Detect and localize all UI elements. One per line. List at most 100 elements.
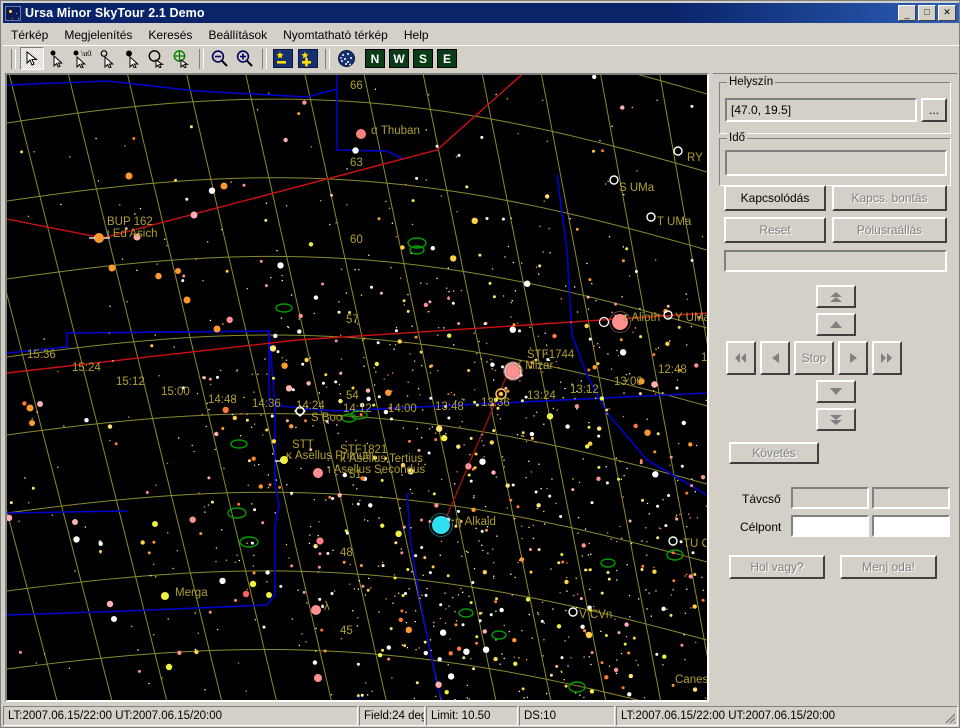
location-input[interactable]: [47.0, 19.5] <box>725 98 917 122</box>
minimize-glyph: _ <box>904 9 910 19</box>
svg-text:54: 54 <box>346 390 359 402</box>
limit-decrease-icon[interactable] <box>271 47 295 70</box>
circle-pick-icon[interactable] <box>95 47 119 70</box>
application-window: Ursa Minor SkyTour 2.1 Demo _ □ ✕ Térkép… <box>0 0 960 728</box>
svg-text:S Boo: S Boo <box>311 412 342 424</box>
star-map-canvas[interactable]: 66 63 60 57 54 51 48 45 15:36 15:24 15:12 15:00 14:4… <box>7 75 707 700</box>
svg-text:15:36: 15:36 <box>27 349 56 361</box>
crosshair-globe-icon[interactable] <box>170 47 194 70</box>
control-panel: Helyszín [47.0, 19.5] ... Idő Kapcsolódá… <box>713 73 957 702</box>
maximize-button[interactable]: □ <box>918 5 936 21</box>
menu-beallitasok[interactable]: Beállítások <box>200 26 275 44</box>
svg-text:14:24: 14:24 <box>296 400 325 412</box>
svg-text:BUP 162: BUP 162 <box>107 216 153 228</box>
disconnect-button: Kapcs. bontás <box>832 185 947 211</box>
menu-nyomtathato-terkep[interactable]: Nyomtatható térkép <box>275 26 396 44</box>
time-input[interactable] <box>725 150 947 176</box>
toolbar-separator-4 <box>325 48 330 69</box>
menu-terkep[interactable]: Térkép <box>3 26 56 44</box>
limit-increase-icon[interactable] <box>296 47 320 70</box>
menu-kereses[interactable]: Keresés <box>140 26 200 44</box>
dot-pick-icon[interactable] <box>120 47 144 70</box>
status-time-right: LT:2007.06.15/22:00 UT:2007.06.15/20:00 <box>616 706 958 726</box>
svg-text:45: 45 <box>340 625 353 637</box>
dpad-down-button[interactable] <box>816 380 856 403</box>
location-legend: Helyszín <box>727 76 776 88</box>
pan-west-button[interactable]: W <box>389 49 409 68</box>
svg-text:13:12: 13:12 <box>570 384 599 396</box>
menu-bar: Térkép Megjelenítés Keresés Beállítások … <box>3 25 959 44</box>
time-legend: Idő <box>727 132 747 144</box>
minimize-button[interactable]: _ <box>898 5 916 21</box>
svg-text:15:24: 15:24 <box>72 362 101 374</box>
svg-text:\u03b2: \u03b2 <box>81 49 92 58</box>
telescope-label: Távcső <box>742 492 781 506</box>
star-label-beta-icon[interactable]: \u03b2 <box>70 47 94 70</box>
toolbar-separator-2 <box>199 48 204 69</box>
track-button: Követés <box>729 442 819 464</box>
svg-text:TU CV: TU CV <box>683 538 707 550</box>
svg-text:Canes: Canes <box>675 674 707 686</box>
down-arrow-icon <box>830 388 842 395</box>
zoom-in-icon[interactable] <box>233 47 257 70</box>
right-arrow-icon <box>849 353 857 363</box>
menu-megjelenites[interactable]: Megjelenítés <box>56 26 140 44</box>
dpad-stop-button[interactable]: Stop <box>794 341 834 375</box>
close-glyph: ✕ <box>943 7 951 17</box>
sky-globe-icon[interactable] <box>334 47 358 70</box>
svg-text:15:00: 15:00 <box>161 386 190 398</box>
svg-text:RY: RY <box>687 152 703 164</box>
svg-text:S UMa: S UMa <box>619 182 655 194</box>
svg-text:14:48: 14:48 <box>208 394 237 406</box>
dpad-left-fast-button[interactable] <box>726 341 756 375</box>
zoom-out-icon[interactable] <box>208 47 232 70</box>
double-right-arrow-icon <box>881 353 892 363</box>
dpad-up-button[interactable] <box>816 313 856 336</box>
svg-text:ι Ed Asich: ι Ed Asich <box>107 228 158 240</box>
svg-text:ε Alioth: ε Alioth <box>623 312 660 324</box>
dpad-down-fast-button[interactable] <box>816 408 856 431</box>
dpad-right-button[interactable] <box>838 341 868 375</box>
pan-north-button[interactable]: N <box>365 49 385 68</box>
where-are-you-button: Hol vagy? <box>729 555 825 579</box>
resize-grip-icon[interactable] <box>942 710 956 724</box>
svg-text:12: 12 <box>701 352 707 364</box>
menu-help[interactable]: Help <box>396 26 437 44</box>
svg-text:13:36: 13:36 <box>481 397 510 409</box>
dpad-up-fast-button[interactable] <box>816 285 856 308</box>
svg-text:λ: λ <box>324 601 330 613</box>
status-time-left: LT:2007.06.15/22:00 UT:2007.06.15/20:00 <box>3 706 358 726</box>
double-up-arrow-icon <box>830 291 842 302</box>
status-field: Field:24 degs <box>359 706 425 726</box>
status-bar: LT:2007.06.15/22:00 UT:2007.06.15/20:00 … <box>3 706 959 726</box>
svg-text:ζ Mizar: ζ Mizar <box>517 360 554 372</box>
svg-text:Merga: Merga <box>175 587 208 599</box>
status-ds: DS:10 <box>519 706 615 726</box>
select-arrow-icon[interactable] <box>20 47 44 70</box>
pan-south-button[interactable]: S <box>413 49 433 68</box>
close-button[interactable]: ✕ <box>938 5 956 21</box>
target-dec-input[interactable] <box>872 515 950 537</box>
pan-east-button[interactable]: E <box>437 49 457 68</box>
svg-text:η Alkaid: η Alkaid <box>455 516 496 528</box>
dpad-right-fast-button[interactable] <box>872 341 902 375</box>
zoom-region-icon[interactable] <box>145 47 169 70</box>
title-bar: Ursa Minor SkyTour 2.1 Demo _ □ ✕ <box>3 3 959 23</box>
connect-button[interactable]: Kapcsolódás <box>724 185 826 211</box>
svg-text:48: 48 <box>340 547 353 559</box>
svg-text:Y UMa: Y UMa <box>675 312 707 324</box>
window-title: Ursa Minor SkyTour 2.1 Demo <box>25 6 205 20</box>
location-browse-button[interactable]: ... <box>921 98 947 122</box>
maximize-glyph: □ <box>924 7 930 17</box>
dpad-left-button[interactable] <box>760 341 790 375</box>
svg-text:V CVn: V CVn <box>579 609 612 621</box>
target-ra-input[interactable] <box>791 515 869 537</box>
window-controls: _ □ ✕ <box>898 5 956 21</box>
star-map-panel[interactable]: 66 63 60 57 54 51 48 45 15:36 15:24 15:12 15:00 14:4… <box>5 73 709 702</box>
left-arrow-icon <box>771 353 779 363</box>
svg-text:14:36: 14:36 <box>252 398 281 410</box>
star-pick-icon[interactable] <box>45 47 69 70</box>
svg-text:15:12: 15:12 <box>116 376 145 388</box>
up-arrow-icon <box>830 321 842 328</box>
svg-text:13:48: 13:48 <box>435 401 464 413</box>
